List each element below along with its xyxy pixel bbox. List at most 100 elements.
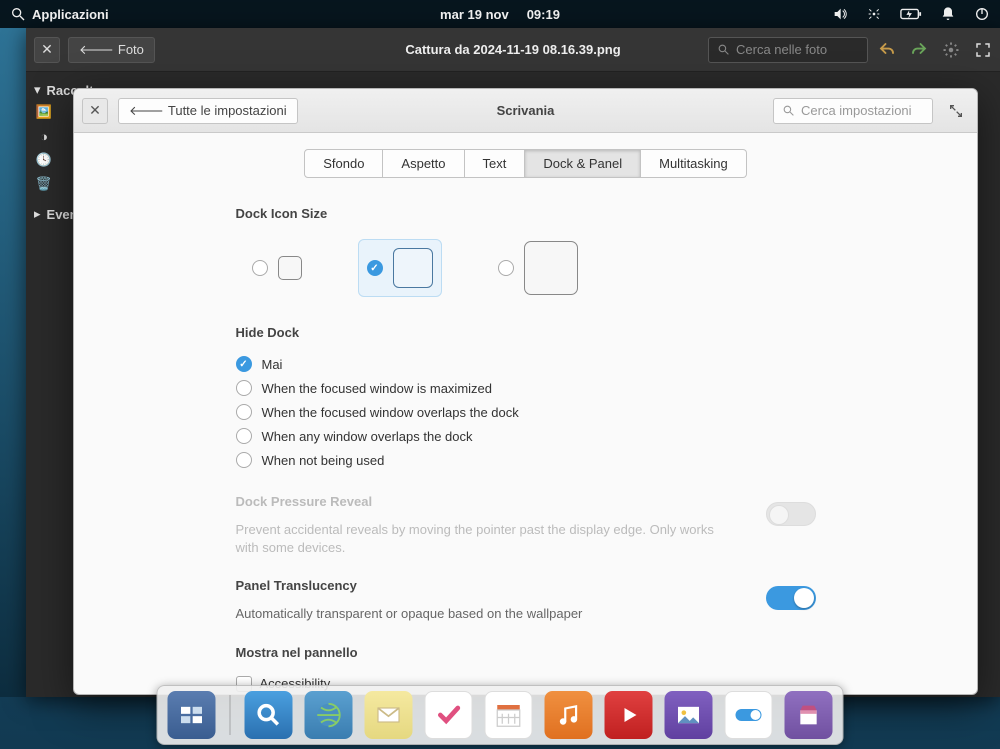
tab-aspetto[interactable]: Aspetto — [383, 149, 464, 178]
top-panel: Applicazioni mar 19 nov 09:19 — [0, 0, 1000, 28]
panel-date[interactable]: mar 19 nov — [440, 7, 509, 22]
sidebar-item-last[interactable]: 🕓 — [30, 148, 72, 172]
dock-tasks[interactable] — [425, 691, 473, 739]
network-icon[interactable] — [866, 6, 882, 22]
icon-size-small[interactable] — [244, 248, 310, 288]
chevron-right-icon: ▸ — [34, 206, 41, 222]
photos-back-label: Foto — [118, 42, 144, 57]
power-icon[interactable] — [974, 6, 990, 22]
preview-medium-icon — [393, 248, 433, 288]
sidebar-item-photos[interactable]: 🖼️ — [30, 100, 72, 124]
sidebar-item-raw[interactable]: ◑ — [30, 124, 72, 148]
dock-videos[interactable] — [605, 691, 653, 739]
section-dock-icon-size: Dock Icon Size — [236, 206, 816, 303]
pressure-desc: Prevent accidental reveals by moving the… — [236, 521, 716, 556]
settings-maximize-button[interactable] — [943, 98, 969, 124]
hide-dock-option-maximized[interactable]: When the focused window is maximized — [236, 376, 816, 400]
wallpaper-strip — [0, 28, 26, 697]
dock-web[interactable] — [305, 691, 353, 739]
photos-search-placeholder: Cerca nelle foto — [736, 42, 827, 57]
dock-calendar[interactable] — [485, 691, 533, 739]
dock — [157, 685, 844, 745]
volume-icon[interactable] — [832, 6, 848, 22]
icon-size-large[interactable] — [490, 233, 586, 303]
section-translucency: Panel Translucency Automatically transpa… — [236, 578, 816, 623]
hide-dock-option-overlap-any[interactable]: When any window overlaps the dock — [236, 424, 816, 448]
section-hide-dock: Hide Dock Mai When the focused window is… — [236, 325, 816, 472]
radio-icon — [252, 260, 268, 276]
radio-icon — [236, 380, 252, 396]
radio-icon — [236, 428, 252, 444]
settings-window: ✕ 🡐 Tutte le impostazioni Scrivania Cerc… — [73, 88, 978, 695]
radio-icon — [498, 260, 514, 276]
pressure-switch — [766, 502, 816, 526]
tab-text[interactable]: Text — [465, 149, 526, 178]
photos-icon: 🖼️ — [34, 102, 54, 122]
panel-time[interactable]: 09:19 — [527, 7, 560, 22]
search-icon — [717, 43, 730, 56]
notifications-icon[interactable] — [940, 6, 956, 22]
hide-dock-option-unused[interactable]: When not being used — [236, 448, 816, 472]
hide-dock-title: Hide Dock — [236, 325, 816, 340]
sidebar-section-events[interactable]: ▸Eventi — [30, 204, 72, 224]
section-pressure-reveal: Dock Pressure Reveal Prevent accidental … — [236, 494, 816, 556]
translucency-desc: Automatically transparent or opaque base… — [236, 605, 716, 623]
show-in-panel-title: Mostra nel pannello — [236, 645, 816, 660]
fullscreen-icon[interactable] — [974, 41, 992, 59]
translucency-switch[interactable] — [766, 586, 816, 610]
applications-label: Applicazioni — [32, 7, 109, 22]
photos-title: Cattura da 2024-11-19 08.16.39.png — [405, 42, 620, 57]
icon-size-medium[interactable] — [358, 239, 442, 297]
redo-icon[interactable] — [910, 41, 928, 59]
hide-dock-option-overlap-focused[interactable]: When the focused window overlaps the doc… — [236, 400, 816, 424]
settings-search-input[interactable]: Cerca impostazioni — [773, 98, 933, 124]
dock-photos[interactable] — [665, 691, 713, 739]
gear-icon[interactable] — [942, 41, 960, 59]
sidebar-item-trash[interactable]: 🗑️ — [30, 172, 72, 196]
hide-dock-option-never[interactable]: Mai — [236, 352, 816, 376]
radio-icon — [236, 452, 252, 468]
photos-header: ✕ 🡐 Foto Cattura da 2024-11-19 08.16.39.… — [26, 28, 1000, 72]
radio-selected-icon — [367, 260, 383, 276]
search-icon — [10, 6, 26, 22]
dock-settings[interactable] — [725, 691, 773, 739]
settings-title: Scrivania — [497, 103, 555, 118]
dock-mail[interactable] — [365, 691, 413, 739]
translucency-title: Panel Translucency — [236, 578, 816, 593]
pressure-title: Dock Pressure Reveal — [236, 494, 816, 509]
photos-back-button[interactable]: 🡐 Foto — [68, 37, 155, 63]
dock-files[interactable] — [245, 691, 293, 739]
photos-search-input[interactable]: Cerca nelle foto — [708, 37, 868, 63]
battery-icon[interactable] — [900, 7, 922, 21]
settings-back-label: Tutte le impostazioni — [168, 103, 287, 118]
photos-close-button[interactable]: ✕ — [34, 37, 60, 63]
settings-close-button[interactable]: ✕ — [82, 98, 108, 124]
expand-icon — [948, 103, 964, 119]
trash-icon: 🗑️ — [34, 174, 54, 194]
settings-header: ✕ 🡐 Tutte le impostazioni Scrivania Cerc… — [74, 89, 977, 133]
dock-music[interactable] — [545, 691, 593, 739]
settings-search-placeholder: Cerca impostazioni — [801, 103, 912, 118]
tab-multitasking[interactable]: Multitasking — [641, 149, 747, 178]
dock-appcenter[interactable] — [785, 691, 833, 739]
settings-back-button[interactable]: 🡐 Tutte le impostazioni — [118, 98, 298, 124]
clock-icon: 🕓 — [34, 150, 54, 170]
settings-tabbar: Sfondo Aspetto Text Dock & Panel Multita… — [114, 149, 937, 178]
arrow-left-icon: 🡐 — [79, 42, 114, 58]
arrow-left-icon: 🡐 — [129, 103, 164, 119]
dock-multitasking[interactable] — [168, 691, 216, 739]
dock-icon-size-title: Dock Icon Size — [236, 206, 816, 221]
radio-icon — [236, 404, 252, 420]
preview-small-icon — [278, 256, 302, 280]
radio-selected-icon — [236, 356, 252, 372]
sidebar-section-library[interactable]: ▾Raccolta — [30, 80, 72, 100]
photos-sidebar: ▾Raccolta 🖼️ ◑ 🕓 🗑️ ▸Eventi — [26, 72, 76, 697]
undo-icon[interactable] — [878, 41, 896, 59]
applications-menu[interactable]: Applicazioni — [10, 6, 109, 22]
search-icon — [782, 104, 795, 117]
chevron-down-icon: ▾ — [34, 82, 41, 98]
preview-large-icon — [524, 241, 578, 295]
circle-icon: ◑ — [34, 126, 54, 146]
tab-dock-panel[interactable]: Dock & Panel — [525, 149, 641, 178]
tab-sfondo[interactable]: Sfondo — [304, 149, 383, 178]
